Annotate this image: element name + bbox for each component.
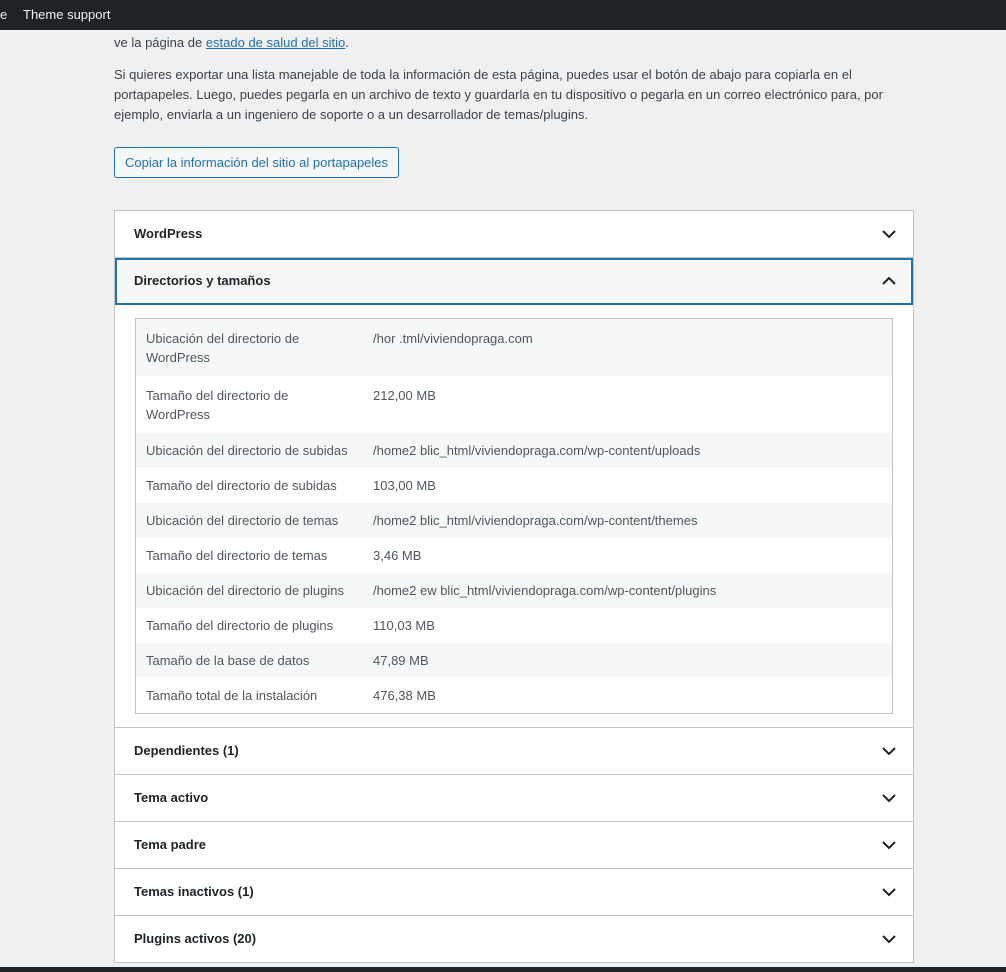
directories-table: Ubicación del directorio de WordPress /h… xyxy=(135,318,893,714)
row-value: 103,00 MB xyxy=(363,468,893,503)
table-row: Ubicación del directorio de WordPress /h… xyxy=(135,318,893,376)
row-value: 47,89 MB xyxy=(363,643,893,678)
section-title: Temas inactivos (1) xyxy=(134,884,254,899)
chevron-down-icon xyxy=(882,230,896,239)
table-row: Ubicación del directorio de temas /home2… xyxy=(135,503,893,538)
intro-text-suffix: . xyxy=(345,35,349,50)
table-row: Tamaño del directorio de plugins 110,03 … xyxy=(135,608,893,643)
table-row: Tamaño del directorio de WordPress 212,0… xyxy=(135,376,893,433)
chevron-down-icon xyxy=(882,747,896,756)
section-active-plugins[interactable]: Plugins activos (20) xyxy=(115,916,913,963)
row-value: /home2 blic_html/viviendopraga.com/wp-co… xyxy=(363,433,893,468)
row-value: 212,00 MB xyxy=(363,376,893,433)
section-title: Dependientes (1) xyxy=(134,743,239,758)
row-label: Tamaño del directorio de subidas xyxy=(135,468,363,503)
admin-bar: e Theme support xyxy=(0,0,1006,30)
table-row: Tamaño de la base de datos 47,89 MB xyxy=(135,643,893,678)
row-label: Tamaño del directorio de WordPress xyxy=(135,376,363,433)
section-title: Directorios y tamaños xyxy=(134,273,271,288)
table-row: Ubicación del directorio de plugins /hom… xyxy=(135,573,893,608)
admin-bar-item-truncated[interactable]: e xyxy=(0,7,7,23)
row-value: /home2 blic_html/viviendopraga.com/wp-co… xyxy=(363,503,893,538)
chevron-down-icon xyxy=(882,841,896,850)
admin-bar-theme-support[interactable]: Theme support xyxy=(23,7,110,23)
section-active-theme[interactable]: Tema activo xyxy=(115,775,913,822)
chevron-down-icon xyxy=(882,794,896,803)
bottom-bar xyxy=(0,967,1006,972)
table-row: Ubicación del directorio de subidas /hom… xyxy=(135,433,893,468)
intro-line-health: ve la página de estado de salud del siti… xyxy=(114,33,914,53)
section-inactive-themes[interactable]: Temas inactivos (1) xyxy=(115,869,913,916)
table-row: Tamaño del directorio de subidas 103,00 … xyxy=(135,468,893,503)
row-label: Ubicación del directorio de plugins xyxy=(135,573,363,608)
row-label: Tamaño del directorio de plugins xyxy=(135,608,363,643)
copy-site-info-button[interactable]: Copiar la información del sitio al porta… xyxy=(114,147,400,178)
directories-panel: Ubicación del directorio de WordPress /h… xyxy=(115,305,913,728)
row-label: Tamaño total de la instalación xyxy=(135,678,363,714)
row-label: Tamaño del directorio de temas xyxy=(135,538,363,573)
site-health-link[interactable]: estado de salud del sitio xyxy=(206,35,345,50)
chevron-up-icon xyxy=(882,276,896,285)
row-value: 3,46 MB xyxy=(363,538,893,573)
section-title: Plugins activos (20) xyxy=(134,931,257,946)
table-row: Tamaño total de la instalación 476,38 MB xyxy=(135,678,893,714)
intro-paragraph: Si quieres exportar una lista manejable … xyxy=(114,65,914,125)
row-label: Ubicación del directorio de subidas xyxy=(135,433,363,468)
row-value: 476,38 MB xyxy=(363,678,893,714)
row-value: 110,03 MB xyxy=(363,608,893,643)
intro-text-prefix: ve la página de xyxy=(114,35,206,50)
section-title: WordPress xyxy=(134,226,203,241)
row-label: Ubicación del directorio de temas xyxy=(135,503,363,538)
section-title: Tema activo xyxy=(134,790,209,805)
intro-paragraph-text: Si quieres exportar una lista manejable … xyxy=(114,67,883,122)
site-info-accordion: WordPress Directorios y tamaños Ubicació… xyxy=(114,210,914,963)
table-row: Tamaño del directorio de temas 3,46 MB xyxy=(135,538,893,573)
row-label: Ubicación del directorio de WordPress xyxy=(135,318,363,376)
section-dependents[interactable]: Dependientes (1) xyxy=(115,728,913,775)
row-label: Tamaño de la base de datos xyxy=(135,643,363,678)
section-directories[interactable]: Directorios y tamaños xyxy=(115,258,913,305)
section-wordpress[interactable]: WordPress xyxy=(115,211,913,258)
chevron-down-icon xyxy=(882,935,896,944)
chevron-down-icon xyxy=(882,888,896,897)
section-title: Tema padre xyxy=(134,837,207,852)
row-value: /home2 ew blic_html/viviendopraga.com/wp… xyxy=(363,573,893,608)
row-value: /hor .tml/viviendopraga.com xyxy=(363,318,893,376)
section-parent-theme[interactable]: Tema padre xyxy=(115,822,913,869)
